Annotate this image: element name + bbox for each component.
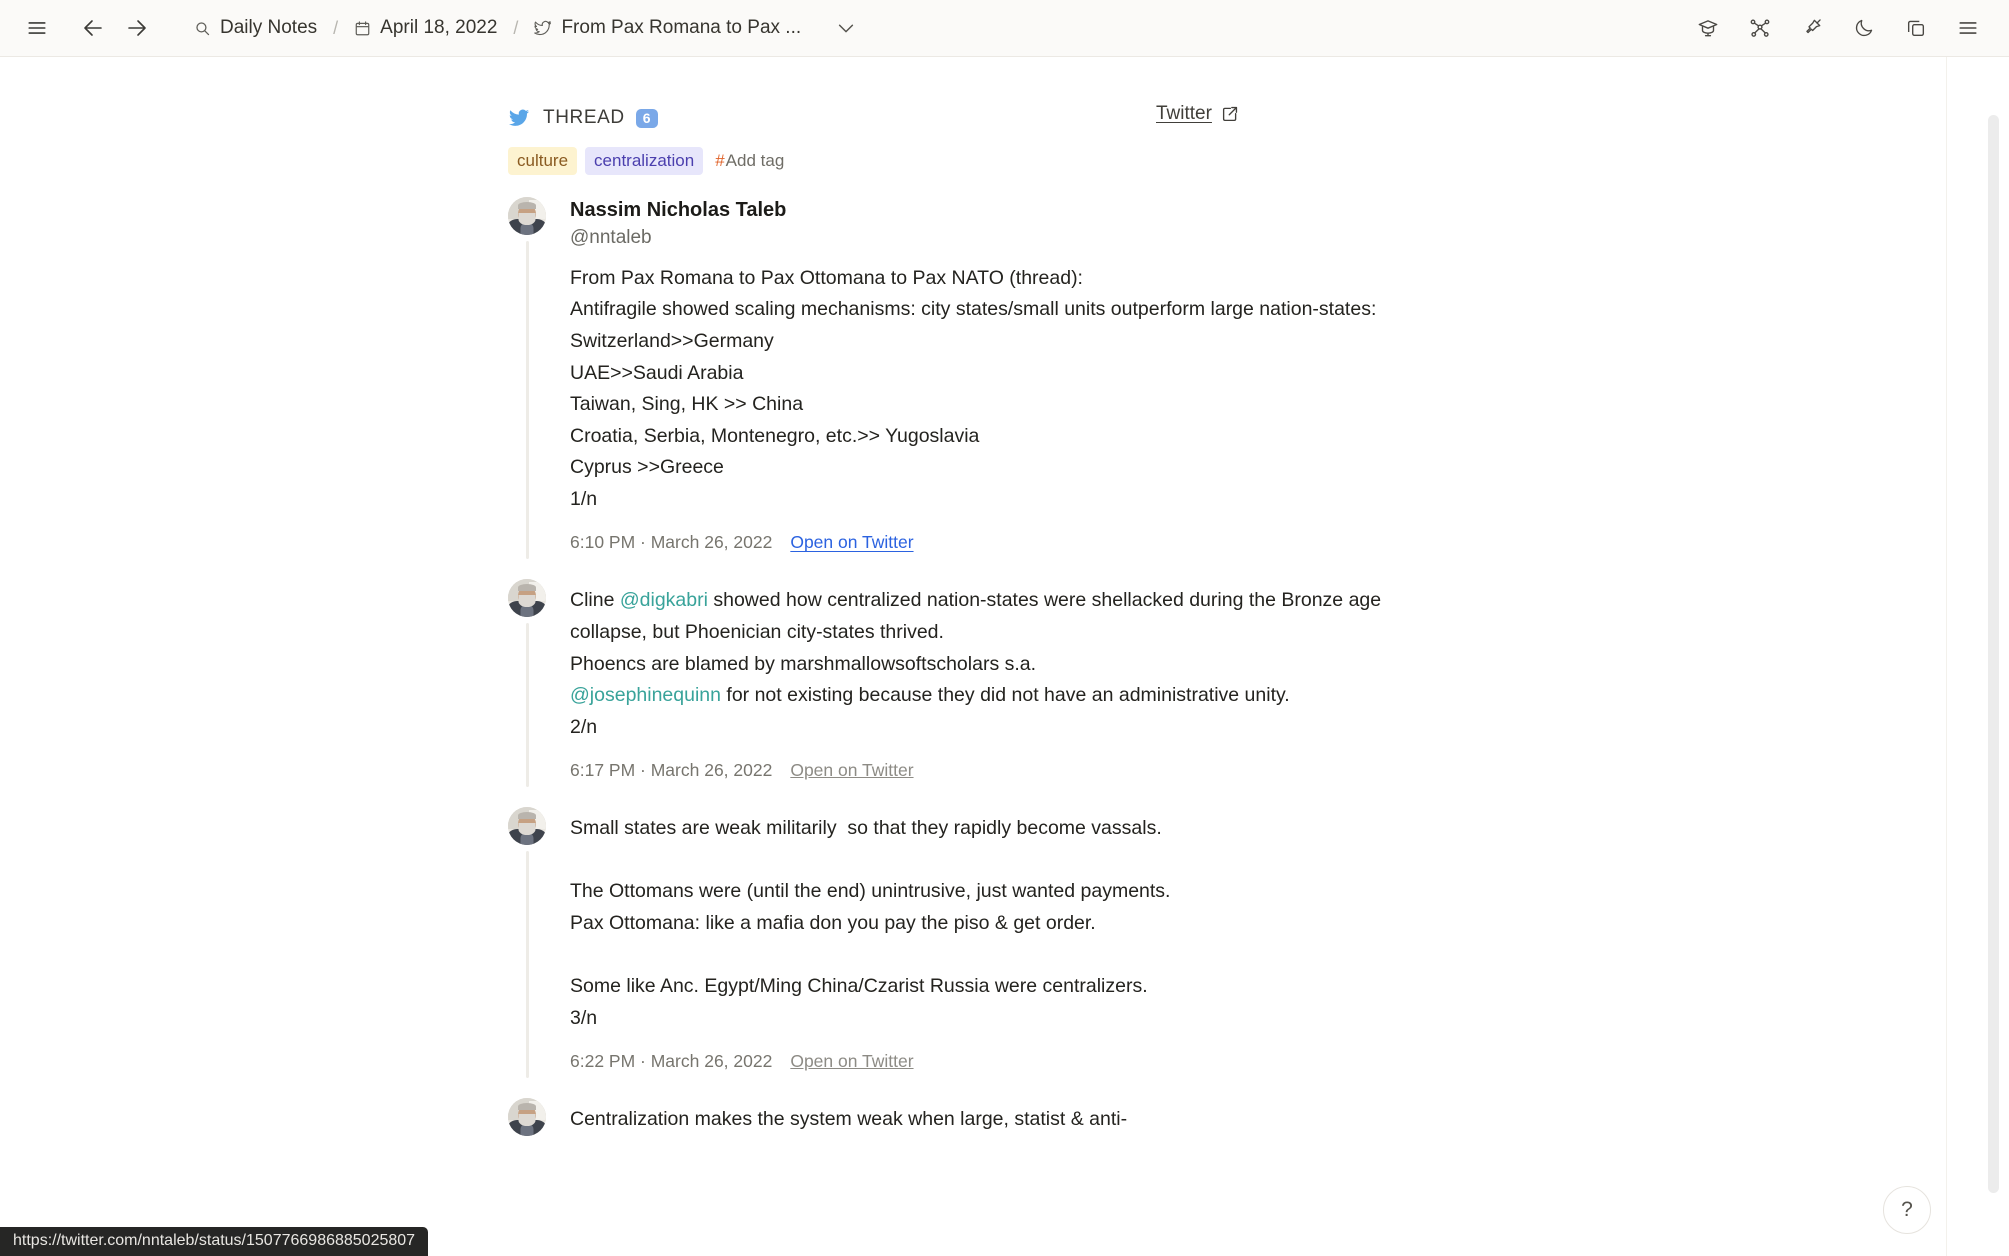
page-canvas: THREAD 6 Twitter culture centralization … [0, 56, 2009, 1256]
tweet-text-segment: Small states are weak militarily so that… [570, 817, 1171, 1029]
mention-link[interactable]: @digkabri [620, 589, 708, 611]
author-name: Nassim Nicholas Taleb [570, 199, 787, 222]
open-on-twitter-link[interactable]: Open on Twitter [790, 532, 913, 553]
tweet-timestamp: 6:10 PM · March 26, 2022 [570, 532, 773, 553]
thread-connector-line [526, 241, 529, 560]
tag-culture[interactable]: culture [508, 147, 578, 176]
tweet-text: Centralization makes the system weak whe… [570, 1104, 1408, 1136]
breadcrumb-item-date[interactable]: April 18, 2022 [350, 14, 501, 42]
tag-centralization[interactable]: centralization [585, 147, 704, 176]
tweet-text-segment: Cline [570, 589, 620, 612]
pin-icon[interactable] [1795, 11, 1829, 45]
help-button[interactable]: ? [1883, 1186, 1931, 1234]
twitter-bird-icon [534, 19, 552, 37]
moon-dark-mode-icon[interactable] [1847, 11, 1881, 45]
breadcrumb-item-daily-notes[interactable]: Daily Notes [190, 14, 321, 42]
tweet-author: Nassim Nicholas Taleb @nntaleb [570, 198, 1408, 249]
twitter-link-label: Twitter [1156, 103, 1212, 124]
tweet-meta: 6:22 PM · March 26, 2022 Open on Twitter [570, 1051, 1408, 1072]
tweet-text: Small states are weak militarily so that… [570, 813, 1408, 1034]
external-link-icon [1221, 105, 1239, 123]
breadcrumb-separator: / [513, 17, 519, 38]
hash-icon: # [715, 151, 725, 171]
add-tag-label: Add tag [725, 151, 785, 171]
top-bar-actions [1691, 11, 1991, 45]
tag-list: culture centralization # Add tag [508, 147, 1408, 176]
tweet-item: Small states are weak militarily so that… [508, 807, 1408, 1079]
tweet-item: Cline @digkabri showed how centralized n… [508, 579, 1408, 788]
avatar[interactable] [508, 579, 546, 618]
breadcrumb-separator: / [333, 17, 339, 38]
tweet-inner: Nassim Nicholas Taleb @nntaleb From Pax Ro… [570, 197, 1408, 553]
tweet-inner: Centralization makes the system weak whe… [570, 1098, 1408, 1136]
chevron-down-icon[interactable] [829, 11, 863, 45]
breadcrumb-label: From Pax Romana to Pax ... [561, 17, 802, 38]
thread-content: THREAD 6 Twitter culture centralization … [508, 103, 1408, 1137]
tweet-inner: Cline @digkabri showed how centralized n… [570, 579, 1408, 781]
status-bar-url: https://twitter.com/nntaleb/status/15077… [0, 1227, 429, 1256]
hamburger-menu-icon[interactable] [1951, 11, 1985, 45]
graph-network-icon[interactable] [1743, 11, 1777, 45]
navigation-arrows [76, 11, 154, 45]
avatar[interactable] [508, 807, 546, 846]
tweet-item: Nassim Nicholas Taleb @nntaleb From Pax Ro… [508, 197, 1408, 560]
tweet-text: Cline @digkabri showed how centralized n… [570, 585, 1408, 743]
tweet-list: Nassim Nicholas Taleb @nntaleb From Pax Ro… [508, 197, 1408, 1137]
breadcrumb-label: April 18, 2022 [380, 17, 498, 38]
thread-header: THREAD 6 Twitter [508, 103, 1408, 133]
duplicate-window-icon[interactable] [1899, 11, 1933, 45]
vertical-scrollbar[interactable] [1988, 115, 1999, 1193]
breadcrumb-label: Daily Notes [220, 17, 318, 38]
graduation-cap-icon[interactable] [1691, 11, 1725, 45]
arrow-left-icon[interactable] [76, 11, 110, 45]
mention-link[interactable]: @josephinequinn [570, 684, 721, 706]
breadcrumb-item-page[interactable]: From Pax Romana to Pax ... [530, 14, 805, 42]
open-on-twitter-link[interactable]: Open on Twitter [790, 1051, 913, 1072]
thread-count-badge: 6 [635, 108, 658, 128]
hamburger-menu-icon[interactable] [20, 11, 54, 45]
tweet-item: Centralization makes the system weak whe… [508, 1098, 1408, 1137]
tweet-timestamp: 6:17 PM · March 26, 2022 [570, 760, 773, 781]
avatar[interactable] [508, 1098, 546, 1137]
avatar[interactable] [508, 197, 546, 236]
tweet-text-segment: Centralization makes the system weak whe… [570, 1108, 1128, 1131]
tweet-meta: 6:17 PM · March 26, 2022 Open on Twitter [570, 760, 1408, 781]
twitter-bird-icon [508, 107, 530, 129]
thread-connector-line [526, 851, 529, 1079]
open-twitter-source-link[interactable]: Twitter [1156, 103, 1239, 125]
tweet-text-segment: From Pax Romana to Pax Ottomana to Pax N… [570, 266, 1377, 510]
open-on-twitter-link[interactable]: Open on Twitter [790, 760, 913, 781]
top-bar: Daily Notes / April 18, 2022 / From Pax … [0, 0, 2009, 56]
author-handle: @nntaleb [570, 226, 652, 248]
thread-label: THREAD [543, 107, 625, 128]
arrow-right-icon[interactable] [120, 11, 154, 45]
add-tag-button[interactable]: # Add tag [715, 151, 784, 171]
thread-connector-line [526, 623, 529, 788]
tweet-meta: 6:10 PM · March 26, 2022 Open on Twitter [570, 532, 1408, 553]
tweet-inner: Small states are weak militarily so that… [570, 807, 1408, 1072]
calendar-icon [354, 20, 371, 37]
tweet-text: From Pax Romana to Pax Ottomana to Pax N… [570, 263, 1408, 516]
breadcrumb: Daily Notes / April 18, 2022 / From Pax … [190, 11, 863, 45]
tweet-timestamp: 6:22 PM · March 26, 2022 [570, 1051, 773, 1072]
search-icon [194, 20, 211, 37]
